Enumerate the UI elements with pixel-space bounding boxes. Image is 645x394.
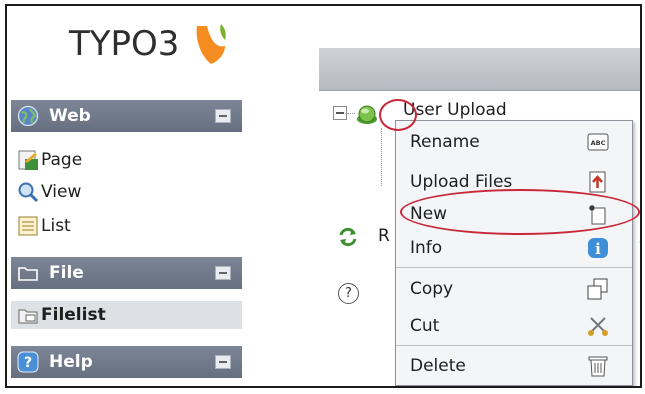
module-item-label: Page [41,150,83,170]
typo3-backend-window: TYPO3 Web Page View List File Filelist ?… [5,4,642,388]
module-item-label: View [41,182,82,202]
rename-icon: ABC [587,133,609,151]
tree-connector [347,113,355,114]
help-icon: ? [17,351,39,373]
menu-item-label: Copy [410,279,454,299]
module-label-web: Web [49,106,91,126]
info-icon: i [588,238,608,258]
module-item-label: List [41,216,71,236]
collapse-help-button[interactable] [215,355,231,369]
magnifier-icon [18,182,39,203]
svg-text:i: i [595,240,601,258]
module-item-page[interactable]: Page [11,146,242,174]
context-menu: Rename ABC Upload Files New Info i Copy … [395,120,633,386]
svg-text:?: ? [24,355,32,371]
tree-collapse-toggle[interactable] [333,106,347,120]
context-menu-cut[interactable]: Cut [396,309,632,343]
menu-item-label: Delete [410,356,466,376]
logo-text: TYPO3 [69,24,180,64]
filelist-icon [18,309,38,324]
menu-divider [396,267,632,268]
annotation-circle-folder [379,99,417,131]
tree-connector [381,128,382,186]
trash-icon [588,356,608,377]
context-menu-info[interactable]: Info i [396,231,632,265]
module-item-view[interactable]: View [11,178,242,206]
module-label-file: File [49,263,84,283]
tree-root-label[interactable]: User Upload [403,100,507,120]
module-header-web[interactable]: Web [11,100,242,132]
module-label-help: Help [49,352,93,372]
menu-divider [396,345,632,346]
context-menu-delete[interactable]: Delete [396,349,632,383]
menu-item-label: Rename [410,132,480,152]
upload-icon [589,171,606,193]
partial-text: s [639,228,640,247]
annotation-circle-new [400,189,640,235]
collapse-file-button[interactable] [215,266,231,280]
module-header-help[interactable]: ? Help [11,346,242,378]
context-menu-rename[interactable]: Rename ABC [396,125,632,159]
scissors-icon [588,317,608,336]
globe-icon [17,105,39,127]
context-menu-copy[interactable]: Copy [396,272,632,306]
module-item-filelist[interactable]: Filelist [11,301,242,329]
module-item-list[interactable]: List [11,212,242,240]
typo3-logo-icon [196,24,226,64]
reload-icon[interactable] [337,226,359,248]
page-icon [18,150,38,170]
menu-item-label: Cut [410,316,440,336]
collapse-web-button[interactable] [215,109,231,123]
reload-label: R [378,226,390,246]
svg-text:ABC: ABC [591,139,606,147]
storage-folder-icon[interactable] [355,103,379,125]
list-icon [18,216,38,236]
module-item-label: Filelist [41,305,106,325]
menu-item-label: Info [410,238,443,258]
copy-icon [587,278,608,300]
module-header-file[interactable]: File [11,257,242,289]
folder-icon [18,267,38,281]
question-icon[interactable]: ? [338,283,359,304]
top-toolbar [319,48,640,91]
